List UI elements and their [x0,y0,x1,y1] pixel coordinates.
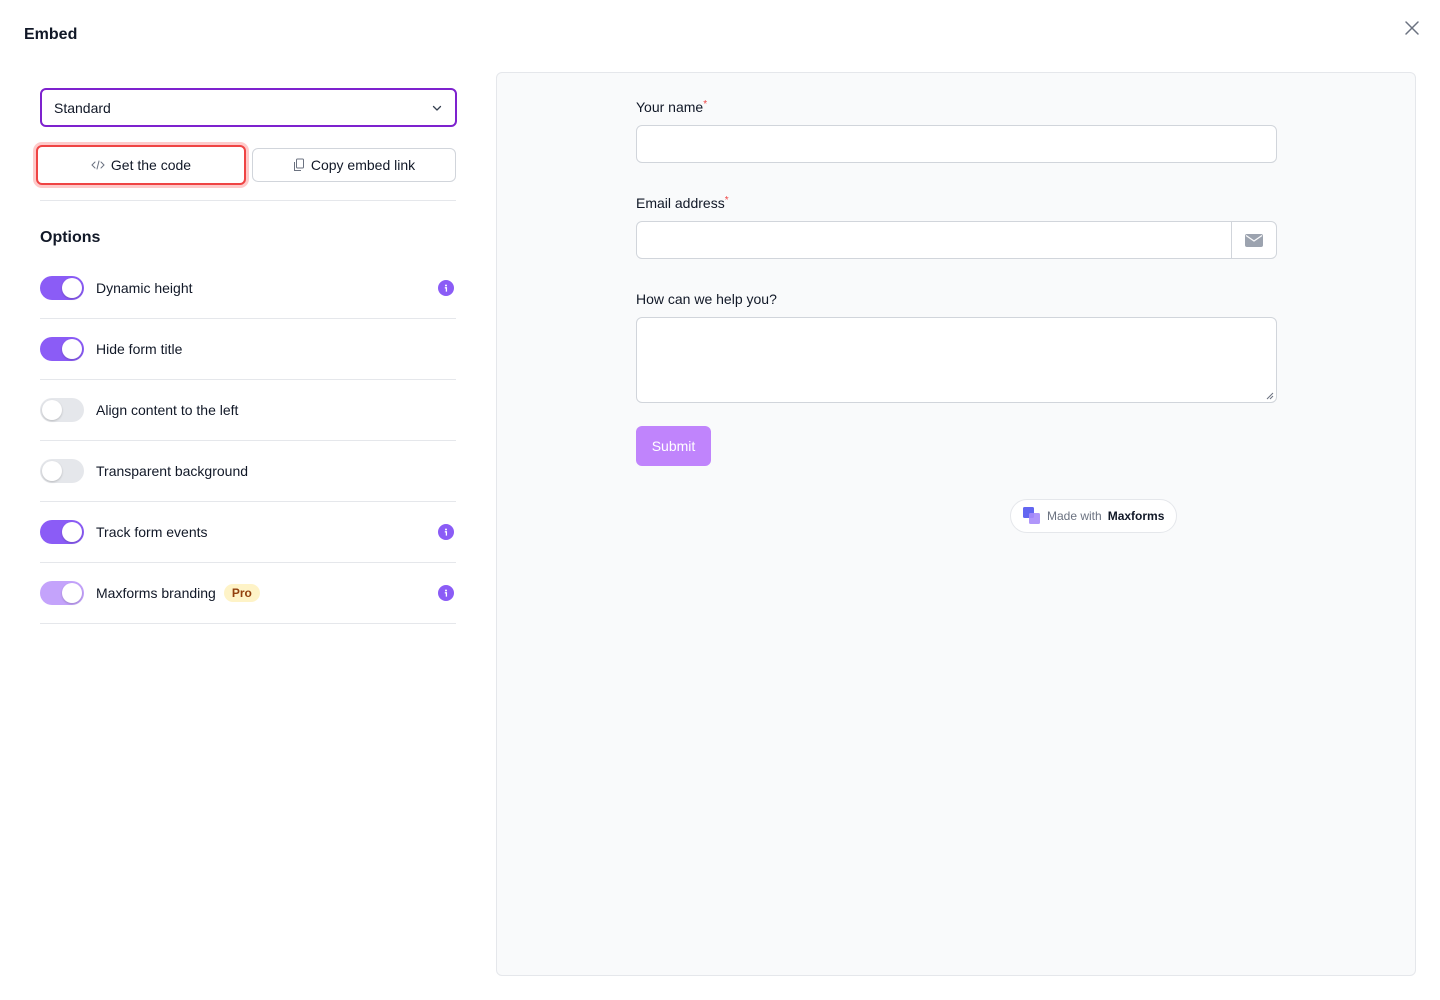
copy-embed-link-button[interactable]: Copy embed link [252,148,456,182]
options-title: Options [40,229,101,246]
help-field-label: How can we help you? [636,291,777,307]
option-maxforms-branding: Maxforms branding Pro [40,563,456,624]
option-track-form-events: Track form events [40,502,456,563]
hide-form-title-toggle[interactable] [40,337,84,361]
info-icon[interactable] [438,280,454,296]
copy-icon [293,158,304,171]
made-with-maxforms-badge[interactable]: Made with Maxforms [1010,499,1178,533]
option-transparent-background: Transparent background [40,441,456,502]
options-list: Dynamic height Hide form title Align con… [40,258,456,624]
embed-settings-panel: Standard Get the code Copy embed link Op… [36,88,457,624]
embed-mode-select[interactable]: Standard [40,88,457,127]
option-label: Transparent background [96,463,249,479]
required-mark: * [703,99,708,110]
info-icon[interactable] [438,585,454,601]
close-icon [1405,21,1419,35]
dynamic-height-toggle[interactable] [40,276,84,300]
pro-badge: Pro [223,584,260,602]
copy-embed-link-label: Copy embed link [310,157,416,173]
close-button[interactable] [1398,14,1426,42]
align-left-toggle[interactable] [40,398,84,422]
form-preview: Your name* Email address* How can we hel… [496,72,1416,976]
help-textarea[interactable] [636,317,1277,403]
modal-title: Embed [24,26,78,43]
envelope-icon [1245,233,1263,247]
made-with-prefix: Made with [1047,509,1102,523]
maxforms-logo-icon [1023,507,1040,524]
name-input[interactable] [636,125,1277,163]
option-dynamic-height: Dynamic height [40,258,456,319]
option-align-left: Align content to the left [40,380,456,441]
submit-button[interactable]: Submit [636,426,711,466]
email-input[interactable] [637,222,1231,258]
get-code-label: Get the code [110,157,192,173]
name-field-label: Your name* [636,99,708,115]
divider [40,200,456,201]
made-with-brand: Maxforms [1107,509,1165,523]
resize-grip-icon[interactable] [1266,392,1274,400]
option-label: Dynamic height [96,280,193,296]
option-label: Align content to the left [96,402,239,418]
option-label: Hide form title [96,341,183,357]
transparent-background-toggle[interactable] [40,459,84,483]
info-icon[interactable] [438,524,454,540]
required-mark: * [724,195,729,206]
email-addon [1231,222,1276,258]
track-form-events-toggle[interactable] [40,520,84,544]
option-label: Maxforms branding [96,585,216,601]
email-input-group [636,221,1277,259]
email-field-label: Email address* [636,195,729,211]
code-icon [91,160,105,170]
get-code-button[interactable]: Get the code [36,145,246,185]
option-hide-form-title: Hide form title [40,319,456,380]
preview-form: Your name* Email address* How can we hel… [636,99,1278,533]
maxforms-branding-toggle[interactable] [40,581,84,605]
chevron-down-icon [432,105,442,111]
embed-mode-value: Standard [54,99,111,116]
option-label: Track form events [96,524,208,540]
